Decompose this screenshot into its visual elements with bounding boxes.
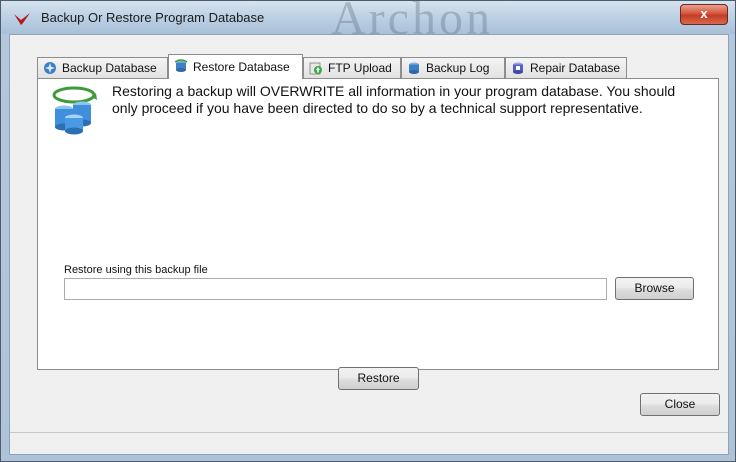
database-backup-icon — [44, 62, 56, 74]
tab-ftp-upload[interactable]: FTP Upload — [303, 57, 401, 78]
restore-button[interactable]: Restore — [338, 367, 419, 390]
tab-restore-database[interactable]: Restore Database — [168, 54, 303, 79]
backup-file-label: Restore using this backup file — [64, 264, 208, 276]
tab-label: Backup Database — [62, 61, 157, 75]
backup-restore-window: Archon Backup Or Restore Program Databas… — [0, 0, 736, 462]
tab-label: FTP Upload — [328, 61, 392, 75]
overwrite-warning: Restoring a backup will OVERWRITE all in… — [112, 83, 676, 116]
close-icon: x — [700, 6, 708, 21]
browse-button[interactable]: Browse — [615, 277, 694, 300]
ftp-upload-icon — [309, 62, 322, 75]
title-bar[interactable]: Archon Backup Or Restore Program Databas… — [1, 1, 735, 34]
dialog-client-area: Backup Database Restore Database FTP Upl… — [9, 34, 729, 455]
tab-backup-database[interactable]: Backup Database — [37, 57, 168, 78]
window-title: Backup Or Restore Program Database — [41, 10, 265, 25]
app-logo-icon — [14, 13, 30, 25]
backup-file-input[interactable] — [64, 278, 607, 300]
database-restore-icon — [52, 86, 97, 135]
close-button[interactable]: Close — [640, 393, 720, 416]
restore-database-panel: Restoring a backup will OVERWRITE all in… — [37, 78, 719, 390]
tab-label: Repair Database — [530, 61, 621, 75]
window-close-button[interactable]: x — [680, 4, 728, 25]
tab-repair-database[interactable]: Repair Database — [505, 57, 627, 78]
repair-database-icon — [513, 62, 523, 74]
title-watermark: Archon — [331, 1, 493, 34]
tab-backup-log[interactable]: Backup Log — [401, 57, 505, 78]
database-restore-icon — [174, 59, 188, 72]
status-bar — [10, 432, 728, 454]
tab-label: Backup Log — [426, 61, 490, 75]
backup-log-icon — [409, 62, 419, 74]
tab-label: Restore Database — [193, 60, 290, 74]
